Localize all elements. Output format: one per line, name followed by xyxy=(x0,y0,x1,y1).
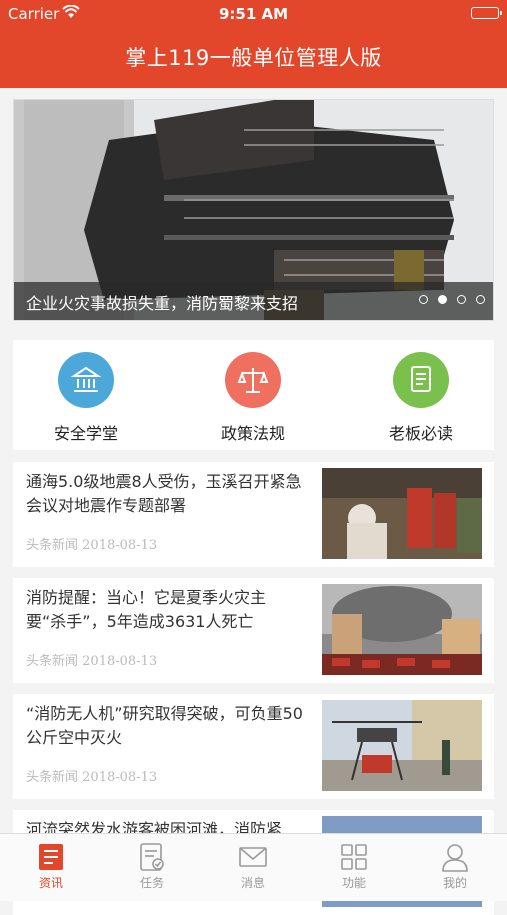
tab-messages[interactable]: 消息 xyxy=(218,842,288,891)
news-item[interactable]: 消防提醒：当心！它是夏季火灾主要“杀手”，5年造成3631人死亡 头条新闻 20… xyxy=(13,578,494,683)
tab-label: 消息 xyxy=(240,876,265,890)
category-label: 老板必读 xyxy=(388,424,453,443)
category-label: 政策法规 xyxy=(220,424,285,443)
news-title: 通海5.0级地震8人受伤，玉溪召开紧急会议对地震作专题部署 xyxy=(26,472,302,515)
news-thumbnail xyxy=(322,584,482,675)
clock: 9:51 AM xyxy=(218,5,289,23)
news-title: “消防无人机”研究取得突破，可负重50公斤空中灭火 xyxy=(26,704,303,747)
bank-icon xyxy=(58,352,114,408)
news-source: 头条新闻 xyxy=(26,654,79,669)
tab-bar: 资讯 任务 消息 功能 我的 xyxy=(0,833,507,901)
book-icon xyxy=(393,352,449,408)
news-meta: 头条新闻 2018-08-13 xyxy=(26,650,157,669)
news-date: 2018-08-13 xyxy=(82,770,158,785)
app-header: Carrier 9:51 AM 掌上119一般单位管理人版 xyxy=(0,0,507,88)
scales-icon xyxy=(225,352,281,408)
banner-caption-bar: 企业火灾事故损失重，消防蜀黎来支招 xyxy=(14,282,493,320)
tab-functions[interactable]: 功能 xyxy=(319,842,389,891)
category-row: 安全学堂 政策法规 老板必读 xyxy=(13,340,494,450)
category-safety-class[interactable]: 安全学堂 xyxy=(26,352,146,448)
page-title: 掌上119一般单位管理人版 xyxy=(125,46,382,70)
carousel-dot-active[interactable] xyxy=(438,295,447,304)
news-meta: 头条新闻 2018-08-13 xyxy=(26,534,157,553)
news-meta: 头条新闻 2018-08-13 xyxy=(26,766,157,785)
news-date: 2018-08-13 xyxy=(82,538,158,553)
tab-news[interactable]: 资讯 xyxy=(16,842,86,891)
grid-icon xyxy=(341,844,367,870)
news-title: 消防提醒：当心！它是夏季火灾主要“杀手”，5年造成3631人死亡 xyxy=(26,588,267,631)
banner-caption: 企业火灾事故损失重，消防蜀黎来支招 xyxy=(26,294,299,313)
tab-label: 任务 xyxy=(139,876,164,890)
tab-label: 功能 xyxy=(341,876,366,890)
task-icon xyxy=(140,843,164,871)
tab-label: 我的 xyxy=(442,876,467,890)
carousel-dot[interactable] xyxy=(457,295,466,304)
category-policies[interactable]: 政策法规 xyxy=(193,352,313,448)
category-label: 安全学堂 xyxy=(53,424,118,443)
carousel-dot[interactable] xyxy=(419,295,428,304)
battery-icon xyxy=(471,7,502,19)
news-date: 2018-08-13 xyxy=(82,654,158,669)
tab-label: 资讯 xyxy=(38,876,63,890)
banner-carousel[interactable]: 企业火灾事故损失重，消防蜀黎来支招 xyxy=(13,99,494,321)
tab-tasks[interactable]: 任务 xyxy=(117,842,187,891)
tab-profile[interactable]: 我的 xyxy=(420,842,490,891)
news-thumbnail xyxy=(322,468,482,559)
news-thumbnail xyxy=(322,700,482,791)
category-boss-reading[interactable]: 老板必读 xyxy=(361,352,481,448)
carousel-dots xyxy=(419,295,485,304)
news-item[interactable]: 通海5.0级地震8人受伤，玉溪召开紧急会议对地震作专题部署 头条新闻 2018-… xyxy=(13,462,494,567)
carousel-dot[interactable] xyxy=(476,295,485,304)
news-icon xyxy=(39,844,63,870)
news-source: 头条新闻 xyxy=(26,770,79,785)
status-bar: Carrier 9:51 AM xyxy=(0,0,507,28)
user-icon xyxy=(442,844,468,872)
news-source: 头条新闻 xyxy=(26,538,79,553)
news-item[interactable]: “消防无人机”研究取得突破，可负重50公斤空中灭火 头条新闻 2018-08-1… xyxy=(13,694,494,799)
mail-icon xyxy=(239,847,267,867)
